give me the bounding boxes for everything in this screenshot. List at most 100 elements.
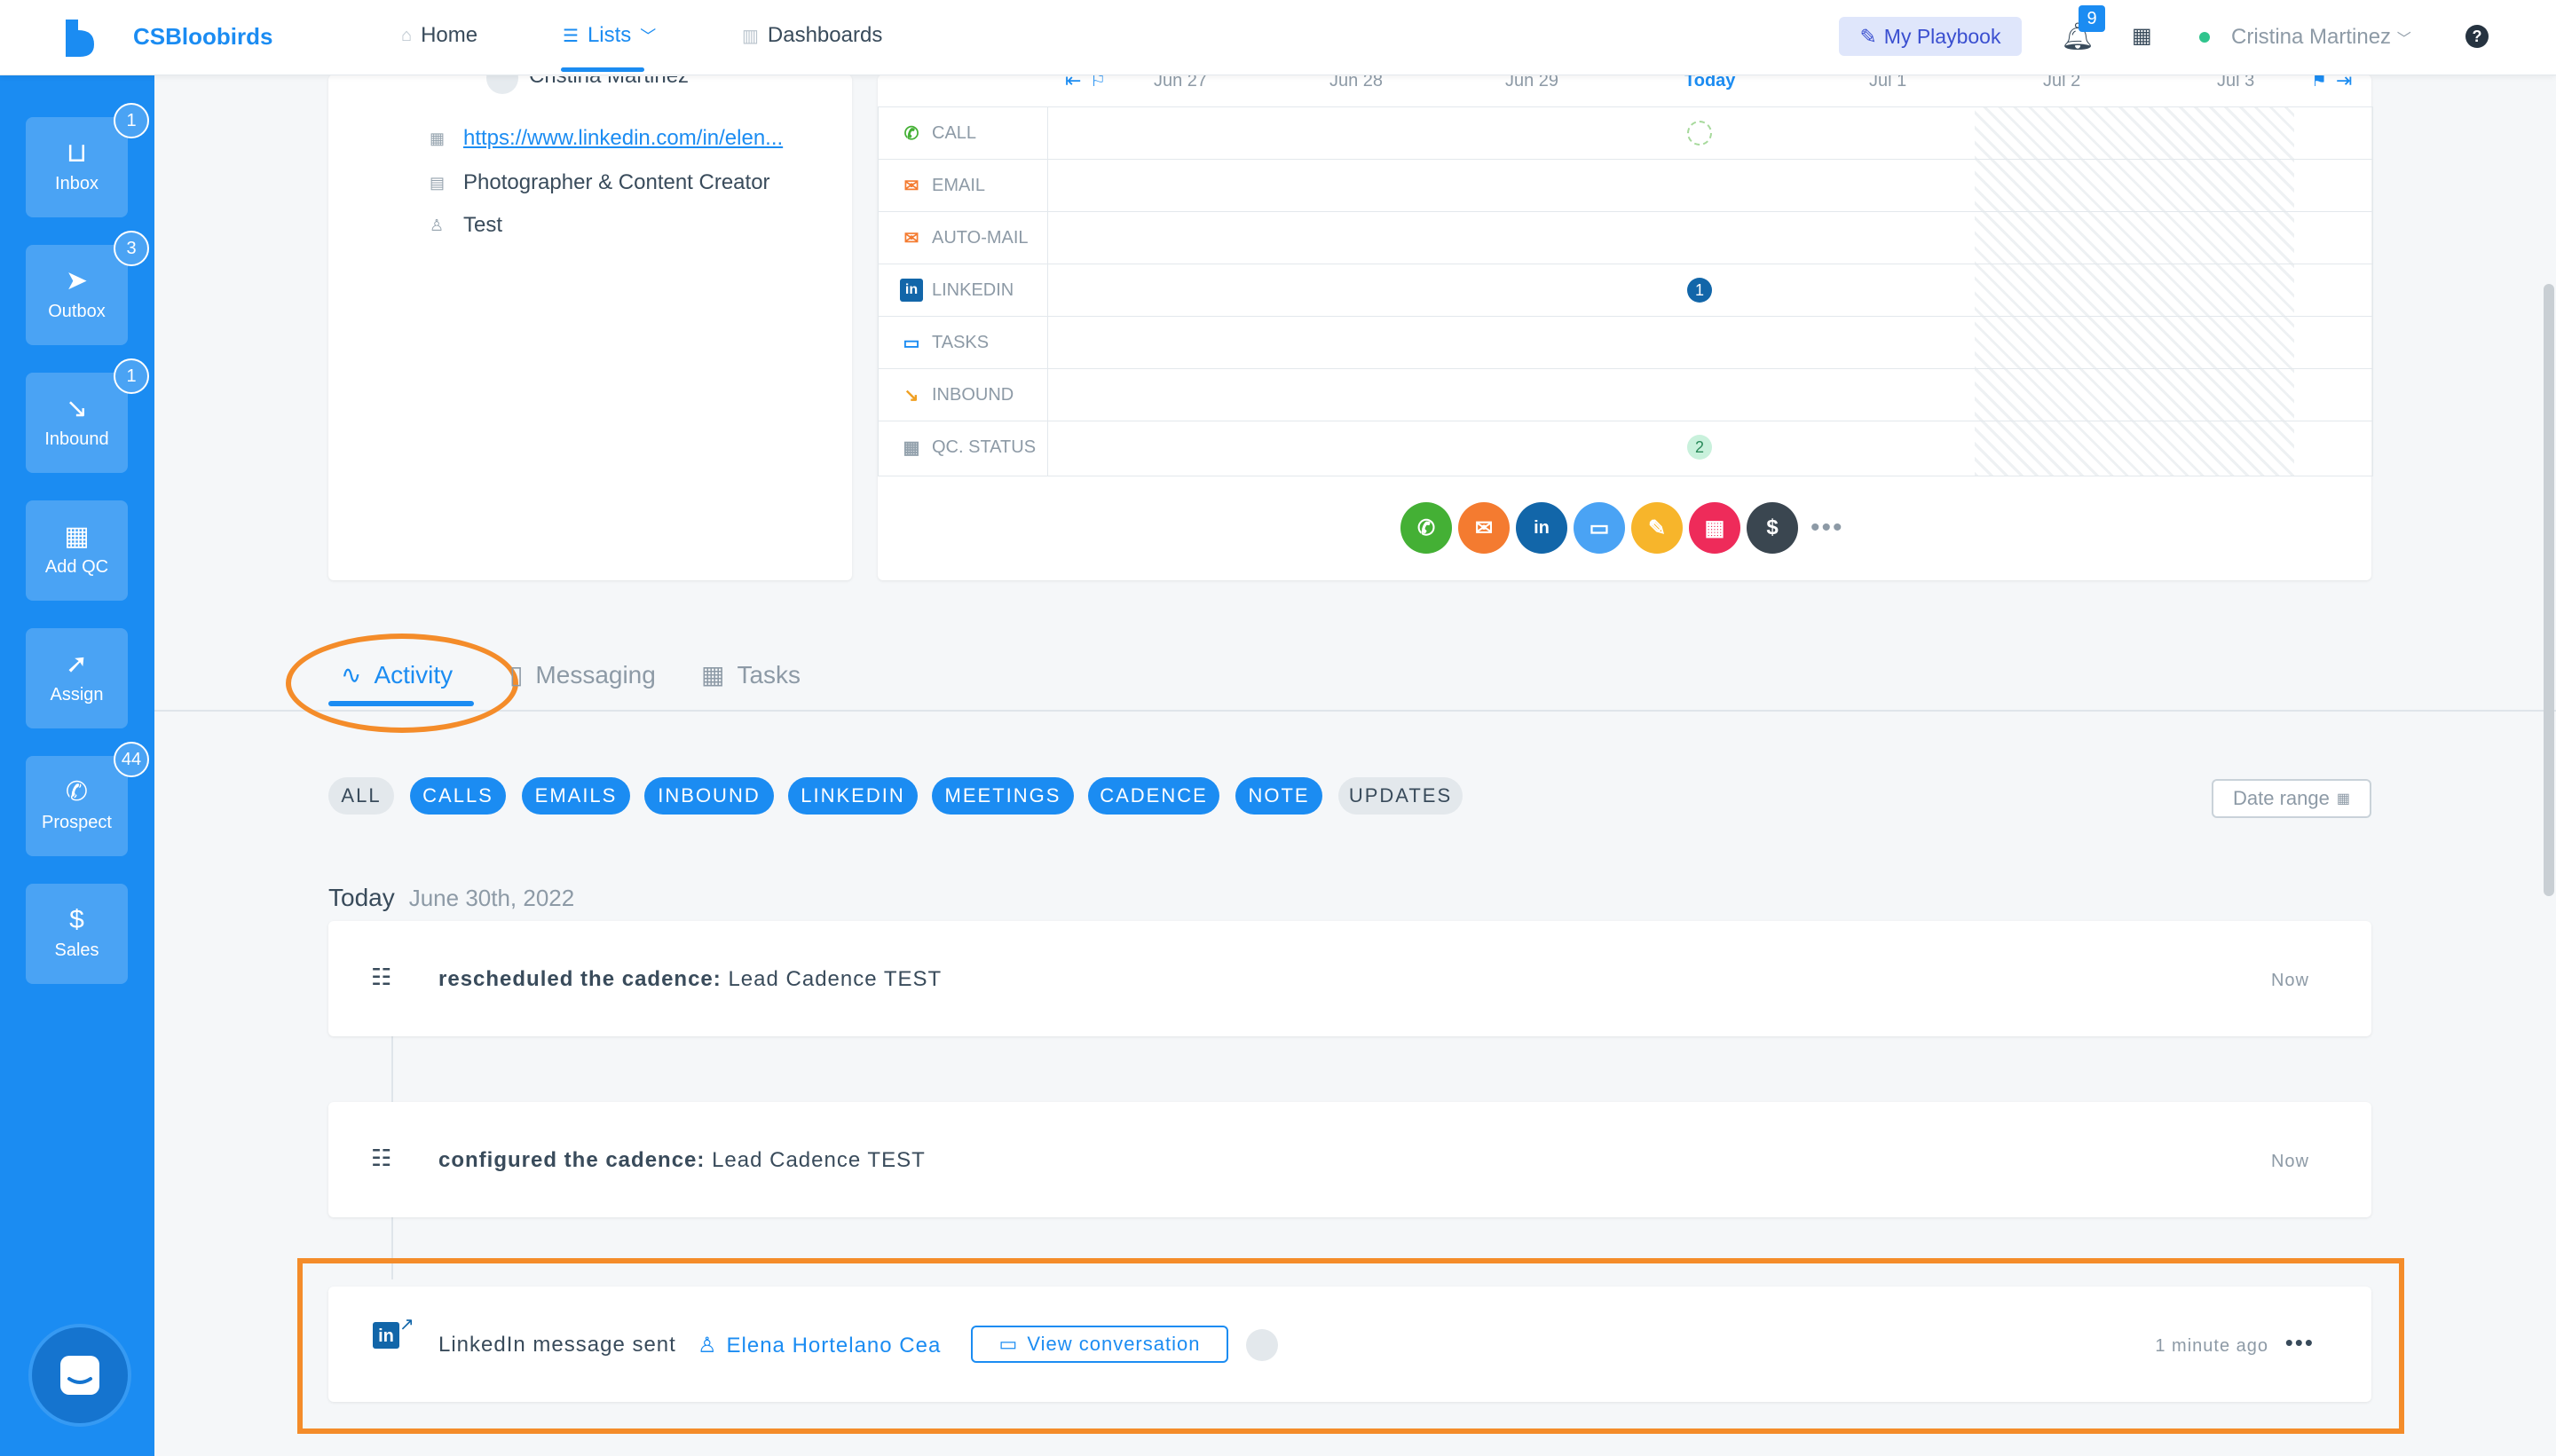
arrow-in-icon: ↘ xyxy=(65,394,89,423)
activity-text: configured the cadence: Lead Cadence TES… xyxy=(438,1148,926,1173)
activity-target: Lead Cadence TEST xyxy=(712,1148,926,1172)
activity-item[interactable]: ☷ configured the cadence: Lead Cadence T… xyxy=(328,1102,2371,1217)
task-icon: ▭ xyxy=(1589,516,1610,540)
sidebar-item-assign[interactable]: ➚ Assign xyxy=(26,628,128,728)
help-icon[interactable]: ? xyxy=(2465,25,2489,48)
nav-home-label: Home xyxy=(421,23,478,47)
count-badge: 44 xyxy=(114,742,149,777)
timeline-row-label: QC. STATUS xyxy=(932,437,1037,457)
timeline-label: ↘ INBOUND xyxy=(900,383,1014,406)
sidebar-item-prospect[interactable]: ✆ Prospect 44 xyxy=(26,742,149,856)
sidebar-item-sales[interactable]: $ Sales xyxy=(26,884,128,984)
chat-launcher-button[interactable] xyxy=(32,1327,128,1423)
building-icon: ▦ xyxy=(64,522,90,551)
task-icon: ▭ xyxy=(903,333,920,353)
filter-note[interactable]: NOTE xyxy=(1235,777,1322,815)
contact-job-title: Photographer & Content Creator xyxy=(463,170,770,194)
filter-all[interactable]: ALL xyxy=(328,777,394,815)
contact-assignee: Test xyxy=(463,213,503,237)
chevron-down-icon: ﹀ xyxy=(640,28,657,45)
timeline-row-label: LINKEDIN xyxy=(932,279,1014,300)
sidebar-item-add-qc[interactable]: ▦ Add QC xyxy=(26,500,128,601)
briefcase-icon: ▤ xyxy=(430,173,446,192)
linkedin-action-button[interactable]: in xyxy=(1516,502,1567,554)
date-range-picker[interactable]: Date range ▦ xyxy=(2212,779,2371,818)
dollar-icon: $ xyxy=(1766,516,1779,539)
timeline-row-qc-status: ▦ QC. STATUS xyxy=(879,421,2372,474)
filter-meetings[interactable]: MEETINGS xyxy=(932,777,1074,815)
home-icon: ⌂ xyxy=(401,25,413,45)
contact-assignee-row: ♙ Test xyxy=(430,213,502,238)
timeline-row-label: INBOUND xyxy=(932,384,1014,405)
person-icon: ♙ xyxy=(430,216,445,234)
sidebar-item-label: Assign xyxy=(50,685,104,704)
sidebar-item-outbox[interactable]: ➤ Outbox 3 xyxy=(26,231,149,345)
activity-target: Lead Cadence TEST xyxy=(728,967,943,991)
filter-emails[interactable]: EMAILS xyxy=(522,777,630,815)
building-icon: ▦ xyxy=(430,129,446,147)
my-playbook-button[interactable]: ✎ My Playbook xyxy=(1839,17,2022,56)
filter-updates[interactable]: UPDATES xyxy=(1338,777,1463,815)
nav-home[interactable]: ⌂ Home xyxy=(401,23,477,48)
timeline-row-linkedin: in LINKEDIN xyxy=(879,264,2372,317)
activity-time: Now xyxy=(2270,971,2309,990)
list-icon: ☰ xyxy=(563,26,579,46)
online-status-dot xyxy=(2199,32,2210,43)
sidebar-item-label: Outbox xyxy=(48,302,106,321)
sidebar-item-label: Inbound xyxy=(44,429,109,449)
scrollbar[interactable] xyxy=(2544,284,2554,896)
timeline-row-email: ✉ EMAIL xyxy=(879,159,2372,212)
day-heading: Today June 30th, 2022 xyxy=(328,884,574,912)
app-title[interactable]: CSBloobirds xyxy=(133,23,272,51)
filter-inbound[interactable]: INBOUND xyxy=(644,777,774,815)
email-action-button[interactable]: ✉ xyxy=(1458,502,1510,554)
sidebar-item-label: Sales xyxy=(54,940,99,960)
note-action-button[interactable]: ✎ xyxy=(1631,502,1683,554)
wand-icon: ✎ xyxy=(1859,24,1877,48)
arrow-in-icon: ↘ xyxy=(903,385,919,405)
tab-tasks[interactable]: ▦ Tasks xyxy=(701,660,801,689)
activity-time: Now xyxy=(2270,1152,2309,1171)
nav-lists[interactable]: ☰ Lists ﹀ xyxy=(563,23,656,48)
call-action-button[interactable]: ✆ xyxy=(1400,502,1452,554)
linkedin-profile-link[interactable]: https://www.linkedin.com/in/elen... xyxy=(463,126,783,151)
document-icon: ▯ xyxy=(509,661,524,689)
sidebar: ⊔ Inbox 1 ➤ Outbox 3 ↘ Inbound 1 ▦ Add Q… xyxy=(0,75,154,1456)
auto-mail-icon: ✉ xyxy=(903,228,919,248)
timeline-row-tasks: ▭ TASKS xyxy=(879,316,2372,369)
chat-icon xyxy=(60,1356,99,1395)
calendar-icon[interactable]: ▦ xyxy=(2132,23,2152,49)
timeline-label: ✉ EMAIL xyxy=(900,174,985,197)
meeting-action-button[interactable]: ▦ xyxy=(1689,502,1740,554)
task-action-button[interactable]: ▭ xyxy=(1574,502,1625,554)
sales-action-button[interactable]: $ xyxy=(1747,502,1798,554)
calendar-icon: ▦ xyxy=(701,661,725,689)
filter-calls[interactable]: CALLS xyxy=(410,777,506,815)
timeline-row-auto-mail: ✉ AUTO-MAIL xyxy=(879,211,2372,264)
activity-item[interactable]: ☷ rescheduled the cadence: Lead Cadence … xyxy=(328,921,2371,1036)
timeline-call-marker[interactable] xyxy=(1687,121,1712,146)
bloobirds-logo-icon[interactable] xyxy=(62,18,98,57)
timeline-linkedin-marker[interactable]: 1 xyxy=(1687,278,1712,303)
count-badge: 1 xyxy=(114,103,149,138)
dollar-icon: $ xyxy=(69,905,84,934)
filter-cadence[interactable]: CADENCE xyxy=(1088,777,1219,815)
user-menu[interactable]: Cristina Martinez ﹀ xyxy=(2231,25,2411,50)
tab-messaging[interactable]: ▯ Messaging xyxy=(509,660,656,689)
timeline-row-label: TASKS xyxy=(932,332,990,352)
activity-text: rescheduled the cadence: Lead Cadence TE… xyxy=(438,967,942,992)
sidebar-item-inbound[interactable]: ↘ Inbound 1 xyxy=(26,358,149,473)
sidebar-item-label: Inbox xyxy=(55,174,99,193)
nav-dashboards[interactable]: ▥ Dashboards xyxy=(742,23,882,48)
timeline-label: ▦ QC. STATUS xyxy=(900,436,1037,459)
timeline-qc-marker[interactable]: 2 xyxy=(1687,435,1712,460)
top-bar: CSBloobirds ⌂ Home ☰ Lists ﹀ ▥ Dashboard… xyxy=(0,0,2556,75)
count-badge: 1 xyxy=(114,358,149,394)
filter-linkedin[interactable]: LINKEDIN xyxy=(788,777,918,815)
phone-icon: ✆ xyxy=(65,777,89,807)
inbox-icon: ⊔ xyxy=(66,138,88,168)
sidebar-item-inbox[interactable]: ⊔ Inbox 1 xyxy=(26,103,149,217)
cadence-settings-icon: ☷ xyxy=(371,964,392,990)
more-actions-icon[interactable]: ••• xyxy=(1810,513,1844,543)
timeline-row-call: ✆ CALL xyxy=(879,106,2372,160)
